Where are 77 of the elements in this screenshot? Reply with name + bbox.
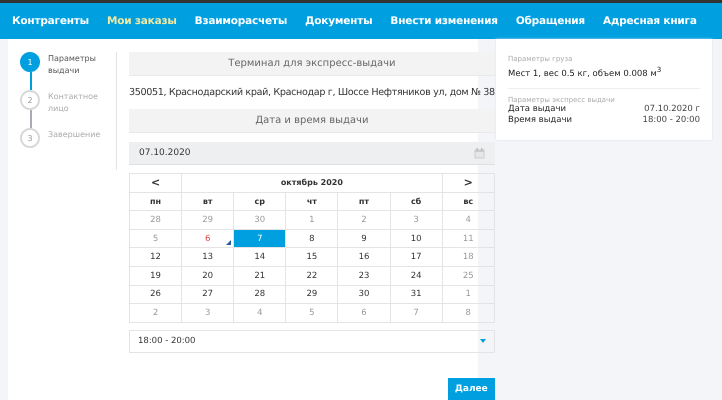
cargo-value: Мест 1, вес 0.5 кг, объем 0.008 м$^{3}$ [508, 65, 662, 79]
previous-month-button[interactable]: < [130, 174, 182, 192]
calendar-day[interactable]: 8 [286, 229, 338, 248]
section-heading: Терминал для экспресс-выдачи [129, 52, 495, 76]
section-heading: Дата и время выдачи [129, 109, 495, 133]
calendar-day[interactable]: 27 [182, 285, 234, 304]
next-button[interactable]: Далее [448, 378, 495, 400]
weekday-label: чт [286, 192, 338, 211]
step-label: Завершение [48, 129, 102, 141]
summary-label: Время выдачи [508, 114, 572, 126]
time-select[interactable]: 18:00 - 20:00 [129, 330, 495, 353]
calendar-day[interactable]: 29 [286, 285, 338, 304]
next-month-button[interactable]: > [442, 174, 494, 192]
step-label: Параметры выдачи [48, 53, 97, 77]
calendar-day[interactable]: 29 [182, 210, 234, 230]
weekday-label: вт [182, 192, 234, 211]
calendar-icon [474, 148, 485, 158]
step-number: 3 [20, 128, 40, 148]
calendar-day[interactable]: 4 [234, 304, 286, 322]
calendar-day[interactable]: 2 [130, 304, 182, 322]
calendar-day[interactable]: 22 [286, 266, 338, 286]
calendar-day[interactable]: 18 [442, 248, 494, 266]
summary-label: Дата выдачи [508, 104, 566, 115]
calendar-day[interactable]: 5 [286, 304, 338, 322]
calendar-day[interactable]: 7 [390, 304, 442, 322]
terminal-address: 350051, Краснодарский край, Краснодар г, Шоссе Нефтяников ул, дом № 38 [129, 86, 495, 100]
calendar-day[interactable]: 11 [442, 229, 494, 248]
calendar-day[interactable]: 31 [390, 285, 442, 304]
nav-link[interactable]: Внести изменения [381, 15, 507, 27]
step-label: Контактное лицо [48, 91, 99, 115]
calendar-day[interactable]: 1 [286, 210, 338, 230]
nav-link[interactable]: Мои заказы [98, 15, 186, 27]
calendar-day[interactable]: 16 [338, 248, 390, 266]
calendar-day[interactable]: 14 [234, 248, 286, 266]
dropdown-arrow-icon [480, 339, 486, 344]
calendar-day[interactable]: 3 [182, 304, 234, 322]
weekday-label: вс [442, 192, 494, 211]
weekday-label: пт [338, 192, 390, 211]
calendar-day[interactable]: 20 [182, 266, 234, 286]
step-number: 1 [20, 52, 40, 72]
nav-link[interactable]: Обращения [506, 15, 594, 27]
nav-link[interactable]: Адресная книга [594, 15, 706, 27]
calendar-day[interactable]: 6 [338, 304, 390, 322]
nav-link[interactable]: Взаиморасчеты [186, 15, 296, 27]
calendar-day[interactable]: 12 [130, 248, 182, 266]
calendar-day[interactable]: 13 [182, 248, 234, 266]
calendar-day[interactable]: 2 [338, 210, 390, 230]
month-title: октябрь 2020 [182, 174, 442, 192]
calendar-day[interactable]: 8 [442, 304, 494, 322]
nav-link[interactable]: Документы [296, 15, 382, 27]
calendar-day[interactable]: 17 [390, 248, 442, 266]
calendar-day[interactable]: 3 [390, 210, 442, 230]
summary-value: 18:00 - 20:00 [642, 114, 700, 126]
calendar-day[interactable]: 26 [130, 285, 182, 304]
calendar-day[interactable]: 10 [390, 229, 442, 248]
weekday-label: ср [234, 192, 286, 211]
step-number: 2 [20, 90, 40, 110]
weekday-label: пн [130, 192, 182, 211]
calendar-day[interactable]: 25 [442, 266, 494, 286]
calendar-day[interactable]: 30 [338, 285, 390, 304]
calendar-day[interactable]: 1 [442, 285, 494, 304]
date-field[interactable]: 07.10.2020 [129, 142, 495, 165]
calendar-day[interactable]: 21 [234, 266, 286, 286]
calendar-day[interactable]: 7 [234, 229, 286, 248]
calendar-day[interactable]: 28 [130, 210, 182, 230]
summary-value: 07.10.2020 г [644, 104, 700, 115]
calendar-day[interactable]: 9 [338, 229, 390, 248]
calendar-day[interactable]: 24 [390, 266, 442, 286]
calendar-day[interactable]: 28 [234, 285, 286, 304]
calendar-day[interactable]: 19 [130, 266, 182, 286]
calendar-day[interactable]: 30 [234, 210, 286, 230]
calendar-day[interactable]: 23 [338, 266, 390, 286]
calendar-day[interactable]: 5 [130, 229, 182, 248]
calendar-day[interactable]: 4 [442, 210, 494, 230]
weekday-label: сб [390, 192, 442, 211]
calendar-day[interactable]: 15 [286, 248, 338, 266]
nav-link[interactable]: Контрагенты [12, 15, 98, 27]
